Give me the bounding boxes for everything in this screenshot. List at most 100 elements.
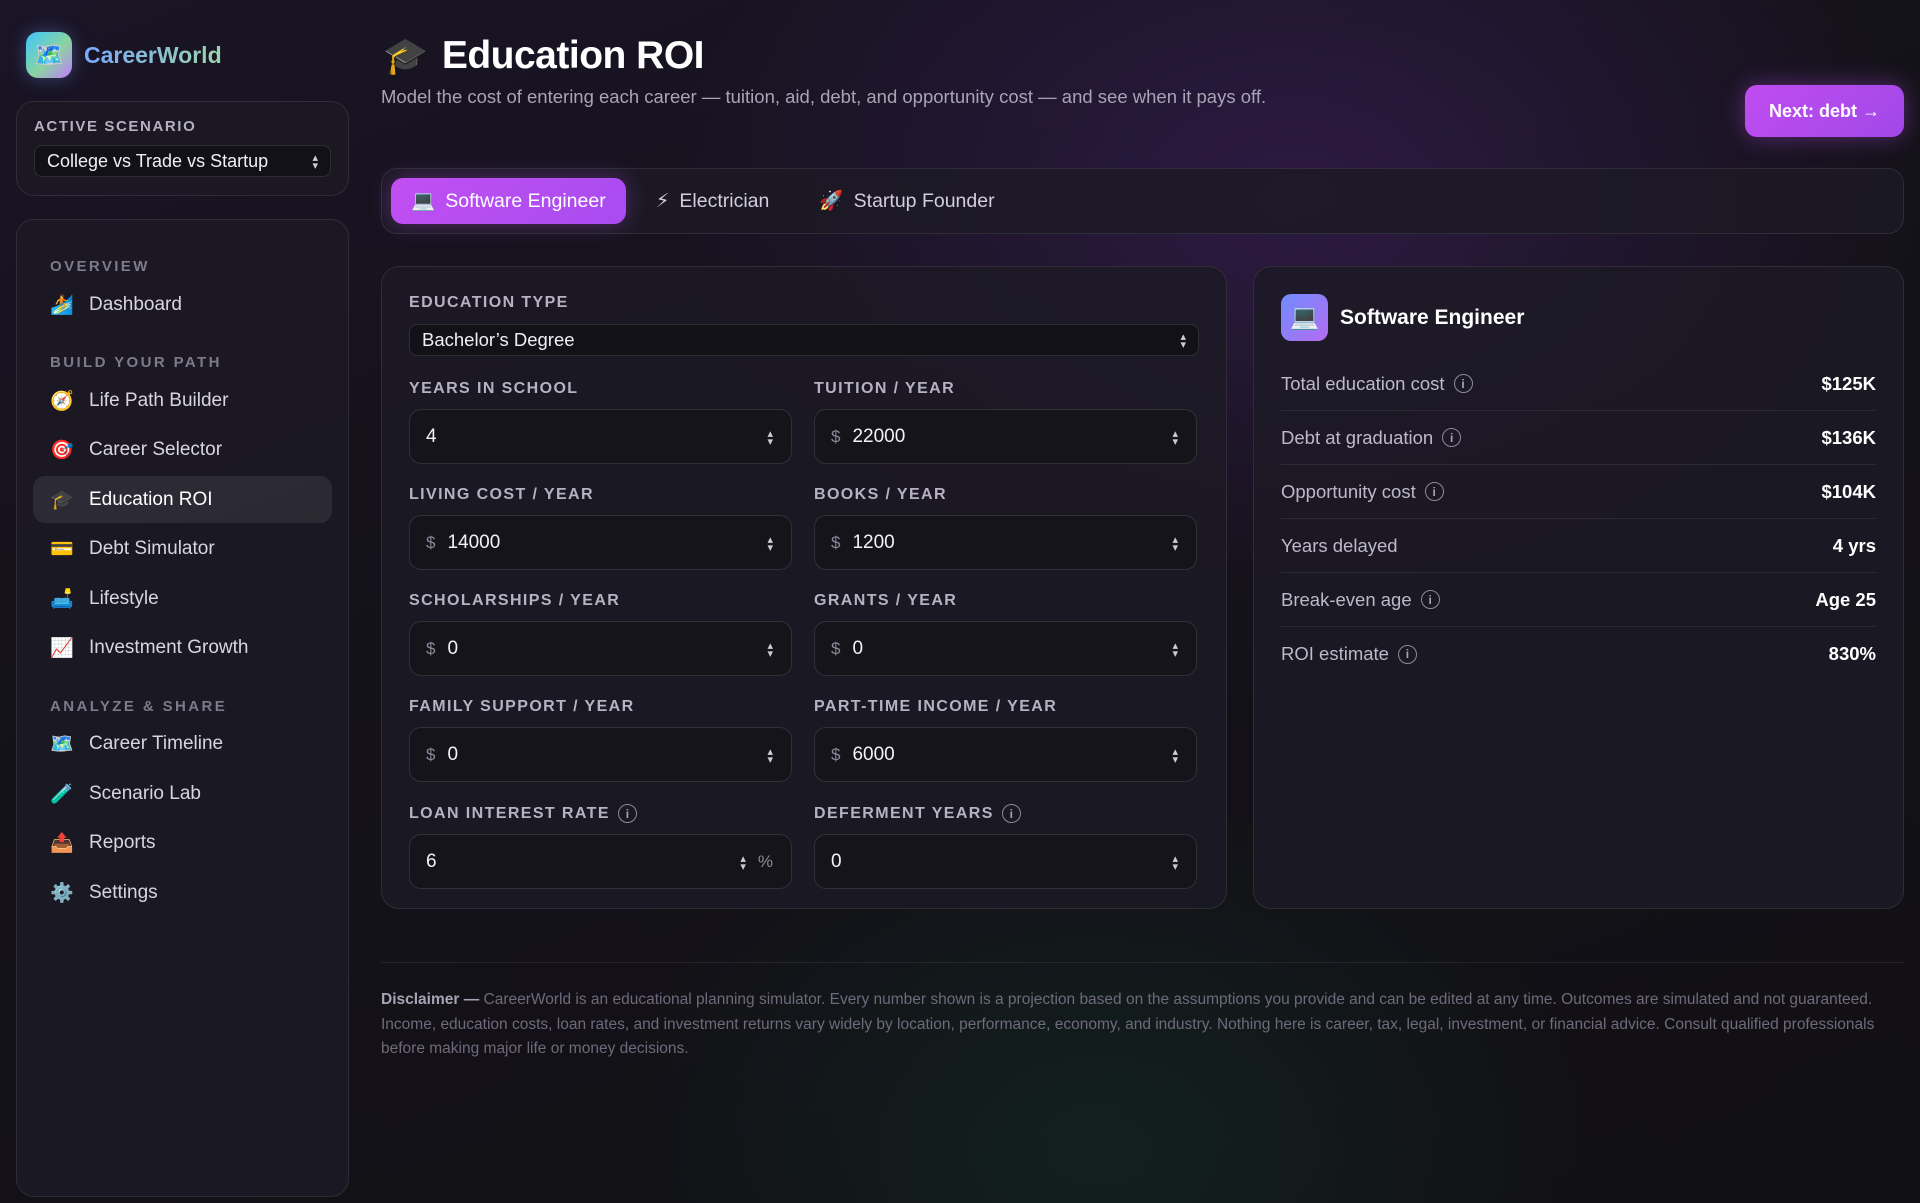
sidebar-item-dashboard[interactable]: 🏄 Dashboard	[33, 281, 332, 328]
sidebar-item-label: Scenario Lab	[89, 782, 201, 804]
dollar-sign: $	[426, 532, 436, 552]
lightning-icon: ⚡	[655, 190, 670, 212]
tuition-label: TUITION / YEAR	[814, 380, 956, 397]
sidebar-item-label: Investment Growth	[89, 637, 249, 658]
stepper-icon[interactable]: ▴ ▾	[1172, 746, 1178, 765]
metric-value: 830%	[1828, 643, 1876, 664]
loan-interest-input[interactable]: 6 ▴ ▾ %	[409, 834, 792, 889]
loan-interest-value: 6	[426, 850, 437, 872]
chart-up-icon: 📈	[50, 638, 74, 659]
stepper-icon[interactable]: ▴ ▾	[1172, 853, 1178, 872]
stepper-icon[interactable]: ▴ ▾	[1172, 534, 1178, 553]
grants-input[interactable]: $ 0 ▴ ▾	[814, 621, 1197, 676]
divider	[381, 962, 1904, 963]
tuition-field: TUITION / YEAR $ 22000 ▴ ▾	[814, 380, 1197, 464]
dollar-sign: $	[831, 744, 841, 764]
info-icon[interactable]: i	[1420, 590, 1440, 609]
metric-label-text: Opportunity cost	[1281, 480, 1416, 502]
test-tube-icon: 🧪	[50, 783, 74, 805]
info-icon[interactable]: i	[1001, 804, 1021, 823]
sidebar-item-label: Lifestyle	[89, 587, 159, 609]
info-icon[interactable]: i	[617, 804, 637, 823]
info-icon[interactable]: i	[1424, 482, 1444, 501]
laptop-icon: 💻	[1281, 294, 1328, 341]
sidebar-item-settings[interactable]: ⚙️ Settings	[33, 869, 332, 916]
metric-total-education-cost: Total education cost i $125K	[1281, 357, 1876, 411]
scholarships-input[interactable]: $ 0 ▴ ▾	[409, 621, 792, 676]
brand[interactable]: 🗺️ CareerWorld	[26, 32, 222, 78]
family-support-input[interactable]: $ 0 ▴ ▾	[409, 727, 792, 782]
metric-roi-estimate: ROI estimate i 830%	[1281, 627, 1876, 681]
sidebar-item-investment-growth[interactable]: 📈 Investment Growth	[33, 625, 332, 672]
stepper-icon[interactable]: ▴ ▾	[767, 640, 773, 659]
sidebar-item-debt-simulator[interactable]: 💳 Debt Simulator	[33, 526, 332, 573]
stepper-icon[interactable]: ▴ ▾	[740, 853, 746, 872]
deferment-input[interactable]: 0 ▴ ▾	[814, 834, 1197, 889]
outbox-icon: 📤	[50, 833, 74, 854]
laptop-icon: 💻	[411, 190, 436, 212]
active-scenario-label: ACTIVE SCENARIO	[34, 118, 197, 135]
metric-label-text: Break-even age	[1281, 588, 1412, 610]
education-type-label-text: EDUCATION TYPE	[409, 294, 569, 311]
stepper-icon[interactable]: ▴ ▾	[767, 746, 773, 765]
stepper-icon[interactable]: ▴ ▾	[1172, 640, 1178, 659]
sidebar-item-career-selector[interactable]: 🎯 Career Selector	[33, 427, 332, 474]
metric-value: 4 yrs	[1832, 534, 1876, 556]
metric-label-text: Years delayed	[1281, 534, 1398, 556]
living-cost-input[interactable]: $ 14000 ▴ ▾	[409, 515, 792, 570]
metric-value: $136K	[1821, 426, 1876, 448]
sidebar-item-label: Life Path Builder	[89, 389, 229, 411]
sidebar-item-reports[interactable]: 📤 Reports	[33, 820, 332, 867]
sidebar-item-career-timeline[interactable]: 🗺️ Career Timeline	[33, 721, 332, 768]
info-icon[interactable]: i	[1397, 644, 1417, 664]
deferment-value: 0	[831, 850, 842, 872]
couch-icon: 🛋️	[50, 588, 74, 610]
dollar-sign: $	[831, 426, 841, 446]
part-time-income-label: PART-TIME INCOME / YEAR	[814, 698, 1058, 715]
books-input[interactable]: $ 1200 ▴ ▾	[814, 515, 1197, 570]
stepper-icon[interactable]: ▴ ▾	[767, 534, 773, 553]
education-type-select[interactable]: Bachelor’s Degree ▴ ▾	[409, 324, 1199, 356]
education-inputs-card: EDUCATION TYPE Bachelor’s Degree ▴ ▾ YEAR…	[381, 266, 1227, 909]
part-time-income-value: 6000	[852, 743, 895, 765]
living-cost-value: 14000	[447, 531, 501, 553]
nav-section-overview: OVERVIEW	[50, 258, 150, 275]
metric-label: ROI estimate i	[1281, 643, 1417, 665]
page-subtitle: Model the cost of entering each career —…	[381, 86, 1267, 107]
tuition-input[interactable]: $ 22000 ▴ ▾	[814, 409, 1197, 464]
loan-interest-label: LOAN INTEREST RATE i	[409, 804, 792, 823]
grants-label: GRANTS / YEAR	[814, 592, 958, 609]
metric-label: Debt at graduation i	[1281, 426, 1462, 449]
metric-value: $125K	[1821, 372, 1876, 394]
sidebar-item-label: Debt Simulator	[89, 538, 215, 559]
info-icon[interactable]: i	[1442, 428, 1462, 447]
scenario-select-value: College vs Trade vs Startup	[47, 150, 269, 171]
stepper-icon[interactable]: ▴ ▾	[1172, 428, 1178, 447]
percent-unit: %	[757, 851, 773, 871]
sidebar-nav: OVERVIEW 🏄 Dashboard BUILD YOUR PATH 🧭 L…	[16, 219, 349, 1197]
family-support-field: FAMILY SUPPORT / YEAR $ 0 ▴ ▾	[409, 698, 792, 782]
living-cost-field: LIVING COST / YEAR $ 14000 ▴ ▾	[409, 486, 792, 570]
years-in-school-input[interactable]: 4 ▴ ▾	[409, 409, 792, 464]
active-scenario-panel: ACTIVE SCENARIO College vs Trade vs Star…	[16, 101, 349, 196]
tab-software-engineer[interactable]: 💻 Software Engineer	[391, 178, 626, 224]
books-label: BOOKS / YEAR	[814, 486, 947, 503]
metric-label-text: Debt at graduation	[1281, 426, 1434, 448]
dollar-sign: $	[831, 532, 841, 552]
sidebar-item-lifestyle[interactable]: 🛋️ Lifestyle	[33, 575, 332, 622]
part-time-income-input[interactable]: $ 6000 ▴ ▾	[814, 727, 1197, 782]
metric-label: Opportunity cost i	[1281, 481, 1444, 503]
stepper-icon[interactable]: ▴ ▾	[767, 428, 773, 447]
chevron-updown-icon: ▴ ▾	[312, 152, 318, 172]
sidebar-item-education-roi[interactable]: 🎓 Education ROI	[33, 476, 332, 523]
education-type-value: Bachelor’s Degree	[422, 329, 575, 350]
books-value: 1200	[852, 531, 895, 553]
sidebar-item-life-path-builder[interactable]: 🧭 Life Path Builder	[33, 377, 332, 424]
summary-header: 💻 Software Engineer	[1281, 294, 1876, 341]
sidebar-item-scenario-lab[interactable]: 🧪 Scenario Lab	[33, 770, 332, 817]
tab-startup-founder[interactable]: 🚀 Startup Founder	[799, 178, 1014, 224]
scenario-select[interactable]: College vs Trade vs Startup ▴ ▾	[34, 145, 331, 177]
info-icon[interactable]: i	[1453, 374, 1473, 393]
tab-electrician[interactable]: ⚡ Electrician	[636, 178, 790, 224]
next-debt-button[interactable]: Next: debt →	[1745, 85, 1904, 137]
